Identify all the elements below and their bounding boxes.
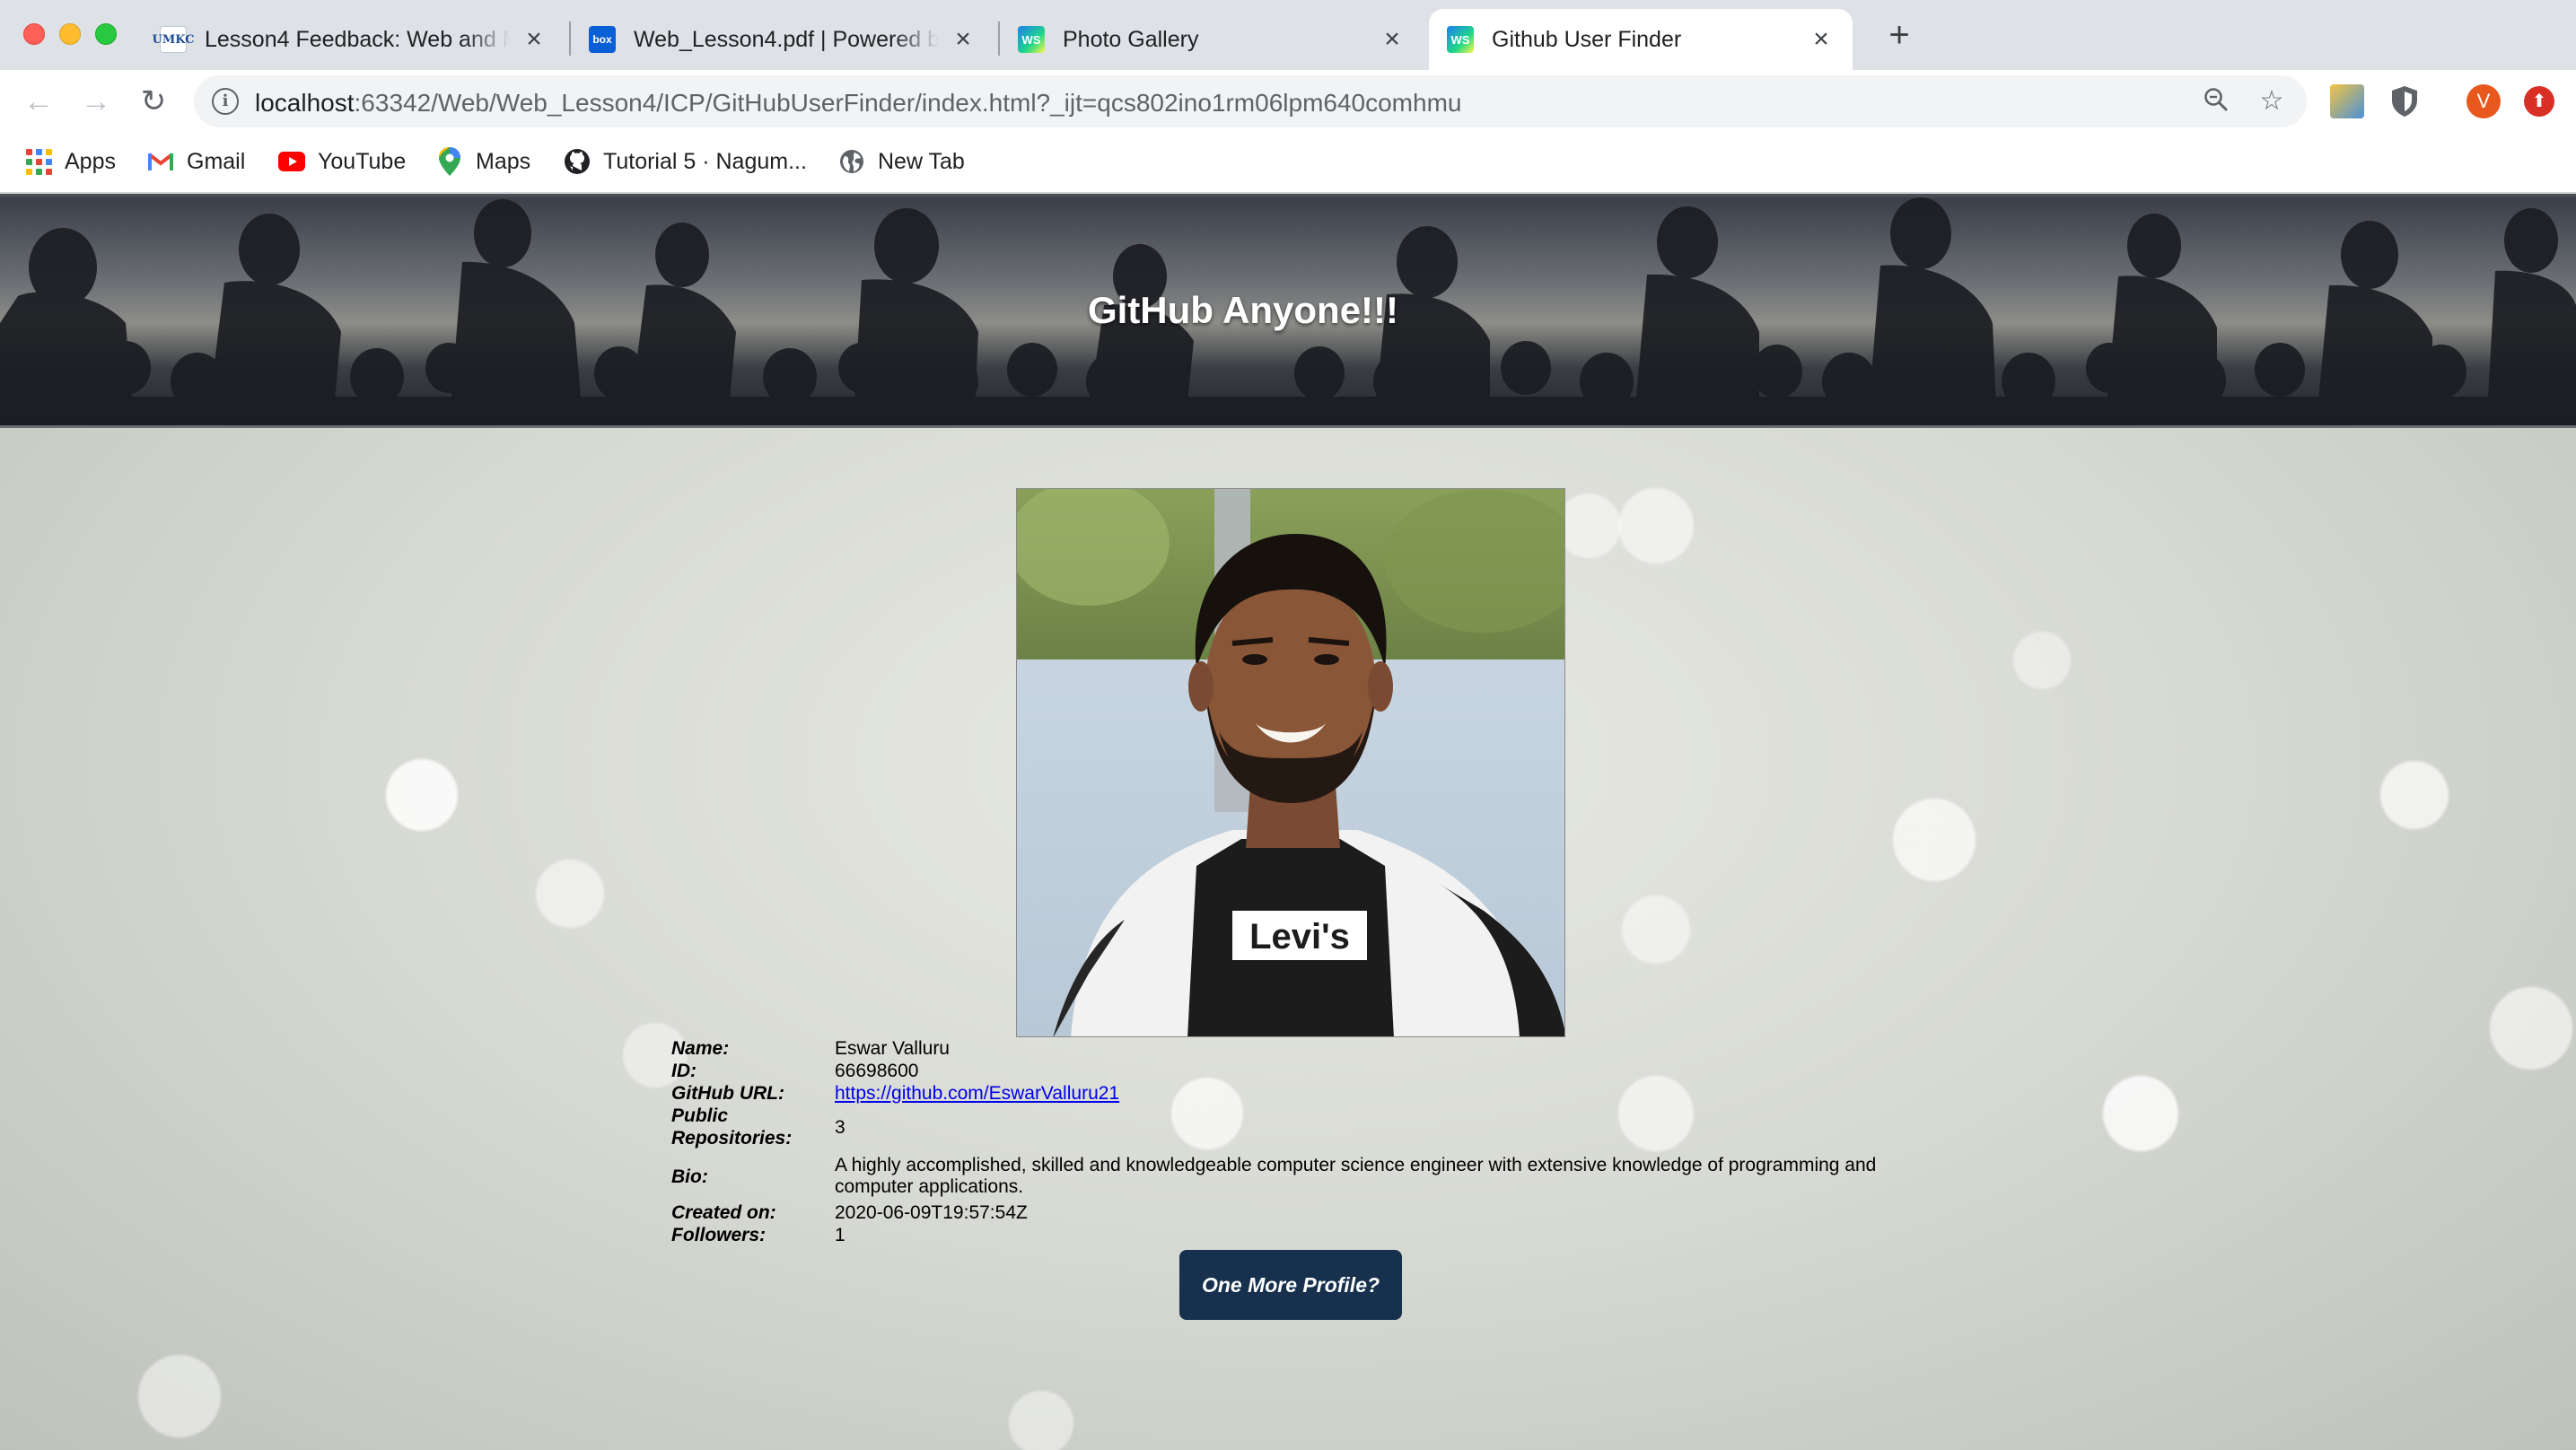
tab-title: Web_Lesson4.pdf | Powered by Box: [634, 26, 939, 52]
bookmark-maps[interactable]: Maps: [436, 144, 530, 179]
bookmark-gmail[interactable]: Gmail: [147, 144, 245, 179]
apps-grid-icon: [25, 148, 52, 175]
box-icon: box: [589, 26, 616, 53]
tab-photo-gallery[interactable]: WS Photo Gallery ×: [1000, 9, 1424, 70]
close-window-button[interactable]: [23, 23, 45, 45]
maps-icon: [436, 147, 463, 176]
tab-title: Github User Finder: [1492, 26, 1682, 52]
close-icon[interactable]: ×: [1379, 26, 1406, 53]
row-bio: Bio: A highly accomplished, skilled and …: [671, 1155, 1910, 1198]
profile-details: Name: Eswar Valluru ID: 66698600 GitHub …: [671, 1037, 1910, 1246]
id-value: 66698600: [835, 1061, 919, 1081]
update-icon[interactable]: ⬆: [2524, 86, 2554, 117]
tab-title: Lesson4 Feedback: Web and Mobile Program…: [205, 26, 510, 52]
youtube-icon: [278, 148, 305, 175]
tab-title: Photo Gallery: [1063, 26, 1199, 52]
umkc-icon: UMKC: [152, 26, 195, 53]
divider: [0, 425, 2576, 428]
followers-label: Followers:: [671, 1225, 767, 1245]
browser-toolbar: ← → ↻ i localhost:63342/Web/Web_Lesson4/…: [0, 70, 2576, 133]
tab-strip: UMKC Lesson4 Feedback: Web and Mobile Pr…: [0, 0, 2576, 70]
row-github-url: GitHub URL: https://github.com/EswarVall…: [671, 1082, 1910, 1105]
row-public-repositories: Public Repositories: 3: [671, 1105, 1910, 1149]
maximize-window-button[interactable]: [95, 23, 117, 45]
reload-button[interactable]: ↻: [135, 83, 172, 120]
shield-icon[interactable]: [2388, 84, 2422, 118]
close-icon[interactable]: ×: [1808, 26, 1835, 53]
globe-icon: [838, 148, 865, 175]
back-button[interactable]: ←: [20, 83, 57, 120]
followers-value: 1: [835, 1225, 846, 1245]
github-icon: [564, 148, 591, 175]
row-created-on: Created on: 2020-06-09T19:57:54Z: [671, 1201, 1910, 1224]
bio-value: A highly accomplished, skilled and knowl…: [835, 1155, 1877, 1197]
bookmark-youtube[interactable]: YouTube: [278, 144, 406, 179]
extension-photo-icon[interactable]: [2330, 84, 2364, 118]
id-label: ID:: [671, 1061, 697, 1081]
profile-avatar[interactable]: V: [2466, 84, 2501, 118]
created-on-label: Created on:: [671, 1202, 776, 1223]
webstorm-icon: WS: [1018, 26, 1045, 53]
page-viewport: GitHub Anyone!!! Levi's Name: Eswar Vall…: [0, 194, 2576, 1450]
name-value: Eswar Valluru: [835, 1038, 950, 1059]
url-text[interactable]: localhost:63342/Web/Web_Lesson4/ICP/GitH…: [255, 89, 1461, 118]
hero-banner: GitHub Anyone!!!: [0, 194, 2576, 425]
one-more-profile-button[interactable]: One More Profile?: [1179, 1250, 1402, 1320]
row-followers: Followers: 1: [671, 1224, 1910, 1246]
bookmark-apps[interactable]: Apps: [25, 144, 116, 179]
gmail-icon: [147, 148, 174, 175]
site-info-icon[interactable]: i: [212, 88, 239, 115]
bio-label: Bio:: [671, 1166, 708, 1187]
tab-web-lesson4-pdf[interactable]: box Web_Lesson4.pdf | Powered by Box ×: [571, 9, 994, 70]
row-id: ID: 66698600: [671, 1060, 1910, 1082]
page-title: GitHub Anyone!!!: [1087, 289, 1399, 331]
github-url-label: GitHub URL:: [671, 1083, 784, 1104]
minimize-window-button[interactable]: [59, 23, 81, 45]
bookmark-tutorial-5[interactable]: Tutorial 5 · Nagum...: [564, 144, 807, 179]
shirt-logo-text: Levi's: [1249, 917, 1350, 956]
github-url-link[interactable]: https://github.com/EswarValluru21: [835, 1083, 1119, 1104]
public-repositories-label: Public Repositories:: [671, 1105, 793, 1149]
tab-github-user-finder[interactable]: WS Github User Finder ×: [1429, 9, 1853, 70]
bookmark-new-tab[interactable]: New Tab: [838, 144, 965, 179]
forward-button[interactable]: →: [77, 83, 115, 120]
bookmarks-bar: Apps Gmail YouTube Maps Tutorial 5 · Nag…: [0, 133, 2576, 194]
profile-avatar-image: Levi's: [1016, 488, 1565, 1037]
new-tab-button[interactable]: +: [1881, 17, 1917, 54]
close-icon[interactable]: ×: [950, 26, 977, 53]
tab-lesson4-feedback[interactable]: UMKC Lesson4 Feedback: Web and Mobile Pr…: [142, 9, 565, 70]
close-icon[interactable]: ×: [521, 26, 548, 53]
bookmark-star-icon[interactable]: ☆: [2256, 86, 2287, 117]
name-label: Name:: [671, 1038, 730, 1059]
zoom-icon[interactable]: [2201, 86, 2231, 117]
public-repositories-value: 3: [835, 1116, 846, 1138]
address-bar[interactable]: i localhost:63342/Web/Web_Lesson4/ICP/Gi…: [194, 75, 2307, 127]
created-on-value: 2020-06-09T19:57:54Z: [835, 1202, 1028, 1223]
row-name: Name: Eswar Valluru: [671, 1037, 1910, 1060]
webstorm-icon: WS: [1447, 26, 1474, 53]
